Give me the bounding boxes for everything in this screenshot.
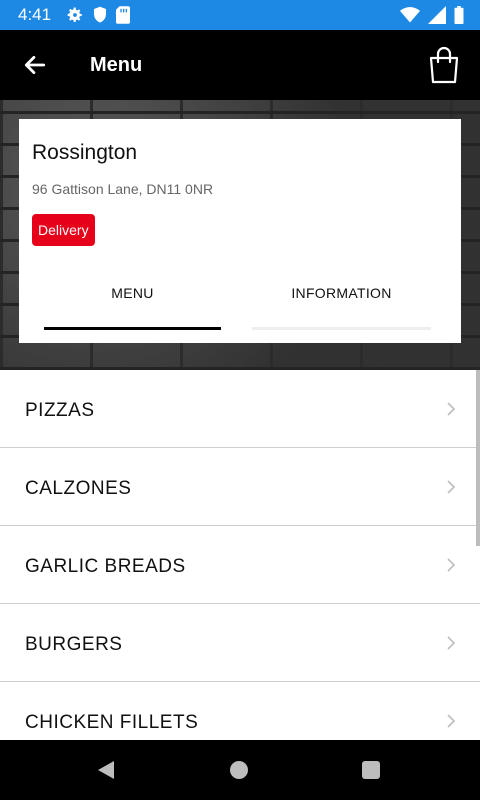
arrow-left-icon[interactable] xyxy=(22,52,48,78)
shopping-bag-icon[interactable] xyxy=(428,46,460,84)
status-time: 4:41 xyxy=(18,5,52,24)
category-label: CHICKEN FILLETS xyxy=(25,712,199,733)
category-row-burgers[interactable]: BURGERS xyxy=(0,604,480,682)
scrollbar[interactable] xyxy=(476,370,480,546)
sd-card-icon xyxy=(116,6,130,24)
category-row-pizzas[interactable]: PIZZAS xyxy=(0,370,480,448)
delivery-badge: Delivery xyxy=(32,214,95,246)
system-nav-bar xyxy=(0,740,480,800)
app-bar: Menu xyxy=(0,30,480,100)
category-label: BURGERS xyxy=(25,634,123,655)
status-bar: 4:41 xyxy=(0,0,480,30)
store-name: Rossington xyxy=(32,141,138,164)
store-card: Rossington 96 Gattison Lane, DN11 0NR De… xyxy=(19,119,461,343)
wifi-icon xyxy=(400,7,420,23)
tab-information-indicator xyxy=(252,327,431,330)
category-label: CALZONES xyxy=(25,478,132,499)
chevron-right-icon xyxy=(447,714,456,728)
store-address: 96 Gattison Lane, DN11 0NR xyxy=(32,181,214,197)
category-row-calzones[interactable]: CALZONES xyxy=(0,448,480,526)
chevron-right-icon xyxy=(447,558,456,572)
category-label: GARLIC BREADS xyxy=(25,556,186,577)
nav-recents-icon[interactable] xyxy=(362,761,380,779)
battery-icon xyxy=(454,6,464,24)
nav-back-icon[interactable] xyxy=(96,760,116,780)
category-list: PIZZAS CALZONES GARLIC BREADS BURGERS CH… xyxy=(0,370,480,760)
chevron-right-icon xyxy=(447,480,456,494)
tab-menu-indicator xyxy=(44,327,221,330)
page-title: Menu xyxy=(90,54,143,76)
nav-home-icon[interactable] xyxy=(230,761,248,779)
signal-icon xyxy=(428,6,446,24)
tab-menu[interactable]: MENU xyxy=(44,285,221,301)
chevron-right-icon xyxy=(447,636,456,650)
tab-information[interactable]: INFORMATION xyxy=(252,285,431,301)
chevron-right-icon xyxy=(447,402,456,416)
shield-icon xyxy=(94,6,106,23)
category-label: PIZZAS xyxy=(25,400,95,421)
category-row-garlic-breads[interactable]: GARLIC BREADS xyxy=(0,526,480,604)
gear-icon xyxy=(67,7,82,23)
